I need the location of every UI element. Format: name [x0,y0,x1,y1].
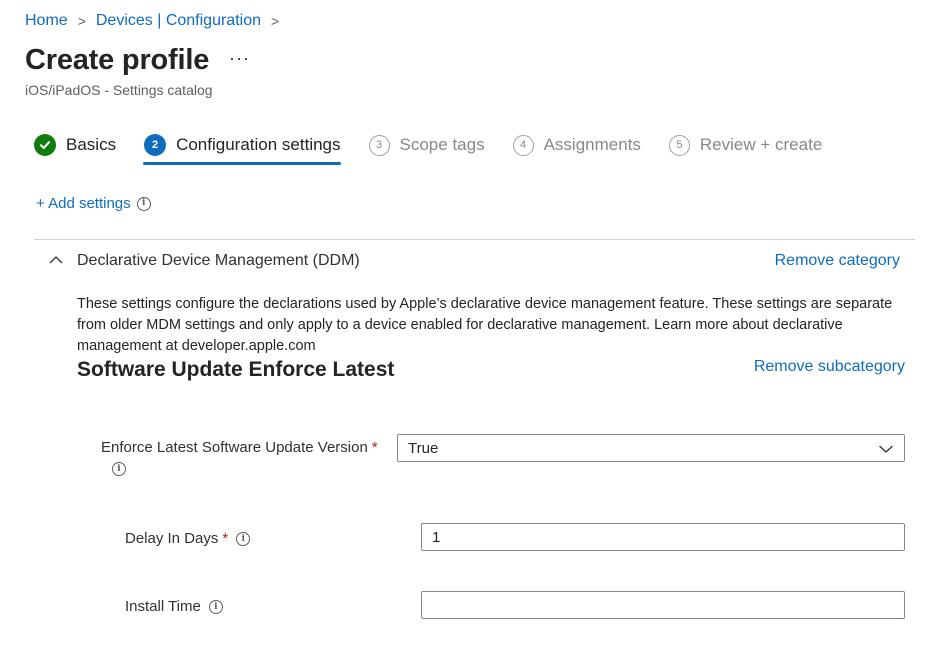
delay-in-days-input[interactable] [421,523,905,551]
remove-category-link[interactable]: Remove category [775,252,900,270]
page-title: Create profile [25,44,210,76]
install-time-input[interactable] [421,591,905,619]
breadcrumb-home-link[interactable]: Home [25,12,68,30]
step-review-create[interactable]: 5 Review + create [668,132,823,158]
step-configuration-settings-label: Configuration settings [176,135,341,154]
enforce-latest-dropdown[interactable]: True [397,434,905,462]
breadcrumb-devices-configuration-link[interactable]: Devices | Configuration [96,12,261,30]
checkmark-icon [34,134,56,156]
step-number-3: 3 [368,134,390,156]
enforce-latest-label: Enforce Latest Software Update Version [101,439,368,456]
info-icon[interactable]: i [136,196,151,211]
more-options-button[interactable]: ··· [229,48,250,69]
required-marker: * [371,439,378,456]
section-divider [34,239,915,240]
add-settings-link[interactable]: + Add settings i [36,195,151,212]
enforce-latest-label-group: Enforce Latest Software Update Version * [101,439,378,456]
info-icon[interactable]: i [112,462,126,476]
step-number-4: 4 [512,134,534,156]
step-review-create-label: Review + create [699,135,823,154]
step-basics-label: Basics [66,135,117,154]
step-assignments[interactable]: 4 Assignments [512,132,641,158]
info-icon[interactable]: i [236,532,251,547]
add-settings-label: + Add settings [36,195,131,212]
category-description: These settings configure the declaration… [77,296,893,354]
wizard-steps: Basics 2 Configuration settings 3 Scope … [34,132,850,165]
install-time-label-group: Install Time i [125,598,223,615]
page-subtitle: iOS/iPadOS - Settings catalog [25,82,213,98]
remove-subcategory-link[interactable]: Remove subcategory [754,358,905,376]
step-scope-tags-label: Scope tags [399,135,485,154]
subcategory-title: Software Update Enforce Latest [77,358,395,381]
required-marker: * [222,530,229,547]
chevron-up-icon[interactable] [48,252,64,268]
step-scope-tags[interactable]: 3 Scope tags [368,132,485,158]
delay-in-days-label-group: Delay In Days * i [125,530,251,547]
chevron-down-icon [879,445,893,453]
step-configuration-settings[interactable]: 2 Configuration settings [143,132,341,165]
delay-in-days-label: Delay In Days [125,530,219,547]
breadcrumb-separator-icon: > [271,13,280,29]
breadcrumb-separator-icon: > [77,13,86,29]
enforce-latest-selected-value: True [408,439,439,457]
step-number-5: 5 [668,134,690,156]
step-basics[interactable]: Basics [34,132,116,158]
info-icon[interactable]: i [208,600,223,615]
category-title: Declarative Device Management (DDM) [77,252,360,269]
breadcrumb: Home > Devices | Configuration > [25,12,289,30]
install-time-label: Install Time [125,598,201,615]
step-number-2: 2 [144,134,167,156]
step-assignments-label: Assignments [543,135,641,154]
